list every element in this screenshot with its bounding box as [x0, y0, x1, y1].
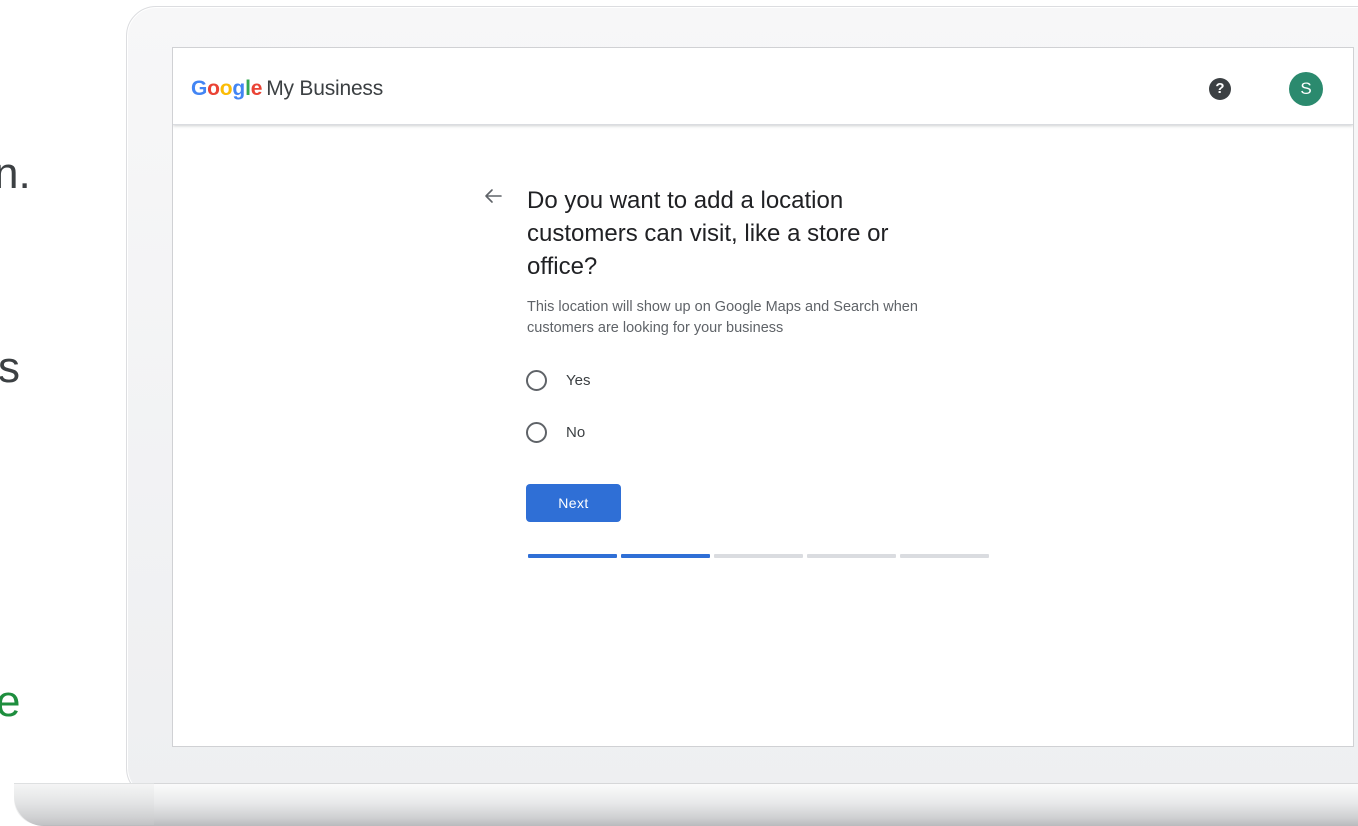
progress-segment-pending: [714, 554, 803, 558]
account-avatar[interactable]: S: [1289, 72, 1323, 106]
radio-label-no[interactable]: No: [566, 424, 585, 441]
radio-option-no[interactable]: No: [526, 420, 585, 444]
help-icon[interactable]: ?: [1209, 78, 1231, 100]
background-text-fragment: n.: [0, 149, 31, 198]
radio-label-yes[interactable]: Yes: [566, 372, 590, 389]
progress-segment-complete: [528, 554, 617, 558]
app-header: Google My Business ? S: [173, 48, 1353, 125]
progress-segment-pending: [900, 554, 989, 558]
laptop-base-notch: [14, 783, 154, 825]
back-arrow-icon[interactable]: [481, 184, 505, 208]
progress-segment-pending: [807, 554, 896, 558]
progress-segment-complete: [621, 554, 710, 558]
question-description: This location will show up on Google Map…: [527, 299, 918, 336]
page-question: Do you want to add a location customers …: [527, 187, 889, 280]
product-name: My Business: [266, 77, 384, 100]
radio-unchecked-icon[interactable]: [526, 421, 547, 443]
google-my-business-logo[interactable]: Google My Business: [191, 77, 383, 101]
next-button[interactable]: Next: [526, 484, 621, 522]
background-text-fragment: e: [0, 677, 21, 726]
step-progress-bar: [528, 554, 989, 558]
app-screen: Google My Business ? S Do you want to add…: [172, 47, 1354, 747]
radio-option-yes[interactable]: Yes: [526, 368, 590, 392]
background-text-fragment: s: [0, 343, 20, 392]
radio-unchecked-icon[interactable]: [526, 369, 547, 391]
google-wordmark: Google: [191, 77, 263, 100]
laptop-base: [14, 783, 1358, 826]
